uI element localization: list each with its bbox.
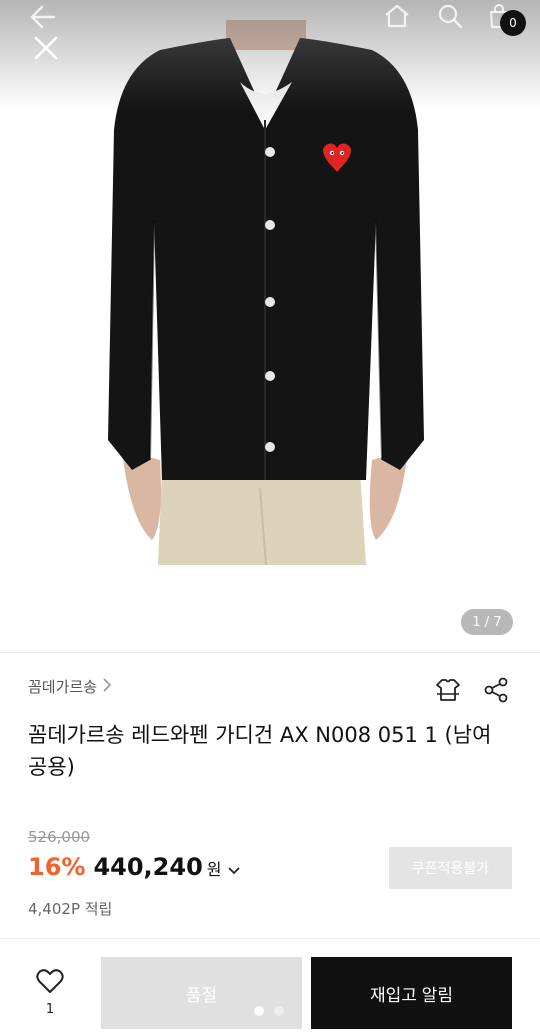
product-actions bbox=[434, 676, 510, 708]
wishlist-count: 1 bbox=[45, 1002, 55, 1017]
brand-link[interactable]: 꼼데가르송 bbox=[28, 676, 112, 697]
chevron-down-icon[interactable] bbox=[227, 863, 240, 879]
bottom-action-bar: 1 품절 재입고 알림 bbox=[0, 950, 540, 1036]
section-divider bbox=[0, 652, 540, 653]
page-dot-active bbox=[254, 1006, 264, 1016]
product-image-gallery[interactable]: 0 1 / 7 bbox=[0, 0, 540, 652]
search-icon[interactable] bbox=[435, 2, 465, 30]
home-icon[interactable] bbox=[382, 2, 412, 30]
page-indicator bbox=[254, 1006, 284, 1016]
cart-count-badge: 0 bbox=[500, 10, 526, 36]
currency-unit: 원 bbox=[206, 860, 222, 879]
bottom-divider bbox=[0, 938, 540, 939]
restock-alert-button[interactable]: 재입고 알림 bbox=[311, 957, 512, 1029]
heart-icon bbox=[36, 968, 64, 998]
price-row[interactable]: 16% 440,240 원 bbox=[28, 853, 240, 881]
wishlist-button[interactable]: 1 bbox=[28, 968, 72, 1020]
brand-name: 꼼데가르송 bbox=[28, 678, 98, 696]
coupon-button[interactable]: 쿠폰적용불가 bbox=[389, 847, 512, 889]
share-icon[interactable] bbox=[482, 676, 510, 708]
reward-points: 4,402P 적립 bbox=[28, 900, 113, 918]
back-arrow-icon[interactable] bbox=[26, 2, 58, 32]
close-icon[interactable] bbox=[28, 30, 64, 66]
chevron-right-icon bbox=[103, 677, 112, 696]
original-price: 526,000 bbox=[28, 828, 91, 846]
page-dot bbox=[274, 1006, 284, 1016]
soldout-button[interactable]: 품절 bbox=[101, 957, 302, 1029]
product-title: 꼼데가르송 레드와펜 가디건 AX N008 051 1 (남여공용) bbox=[28, 723, 492, 779]
image-pager: 1 / 7 bbox=[461, 609, 513, 635]
size-guide-icon[interactable] bbox=[434, 676, 462, 708]
discount-rate: 16% bbox=[28, 853, 86, 881]
sale-price: 440,240 bbox=[93, 853, 203, 881]
top-bar bbox=[0, 0, 540, 40]
